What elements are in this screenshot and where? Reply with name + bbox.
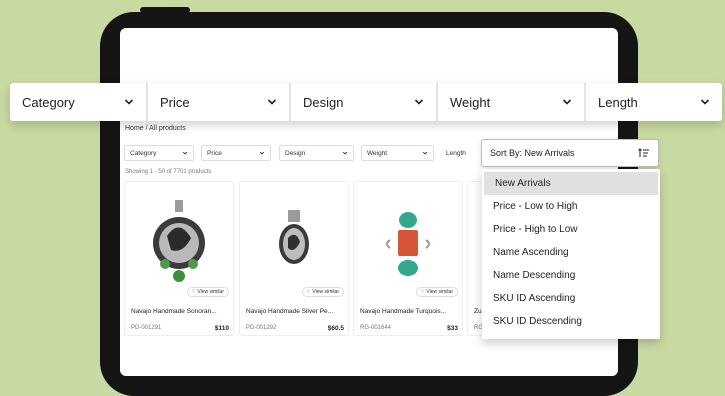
filter-design[interactable]: Design bbox=[290, 83, 437, 121]
product-image-ring bbox=[386, 212, 430, 276]
chevron-down-icon bbox=[414, 99, 424, 105]
sort-option-price-high-low[interactable]: Price - High to Low bbox=[482, 218, 660, 241]
product-price: $110 bbox=[214, 325, 229, 332]
filter-length[interactable]: Length bbox=[585, 83, 722, 121]
filter-label: Design bbox=[303, 94, 344, 110]
chevron-down-icon bbox=[124, 99, 134, 105]
chevron-down-icon bbox=[422, 151, 428, 155]
product-card[interactable]: ♡ View similar Navajo Handmade Silver Pe… bbox=[239, 181, 349, 336]
mini-filter-design[interactable]: Design bbox=[279, 145, 354, 161]
product-name[interactable]: Navajo Handmade Silver Pe... bbox=[246, 308, 333, 315]
sort-option-new-arrivals[interactable]: New Arrivals bbox=[484, 172, 658, 195]
view-similar-button[interactable]: ♡ View similar bbox=[301, 287, 344, 297]
view-similar-button[interactable]: ♡ View similar bbox=[415, 287, 458, 297]
sort-option-name-desc[interactable]: Name Descending bbox=[482, 264, 660, 287]
product-name[interactable]: Navajo Handmade Turquois... bbox=[360, 308, 446, 315]
sort-option-price-low-high[interactable]: Price - Low to High bbox=[482, 195, 660, 218]
filter-weight[interactable]: Weight bbox=[437, 83, 585, 121]
product-name[interactable]: Zu bbox=[474, 308, 482, 315]
product-card[interactable]: ♡ View similar Navajo Handmade Sonoran..… bbox=[124, 181, 234, 336]
product-sku: PD-001292 bbox=[246, 325, 277, 331]
product-image-pendant bbox=[279, 210, 309, 264]
chevron-down-icon bbox=[259, 151, 265, 155]
product-price: $33 bbox=[447, 325, 458, 332]
filter-label: Weight bbox=[450, 94, 491, 110]
chevron-down-icon bbox=[342, 151, 348, 155]
chevron-down-icon bbox=[562, 99, 572, 105]
product-name[interactable]: Navajo Handmade Sonoran... bbox=[131, 308, 217, 315]
sort-order-icon bbox=[638, 148, 649, 157]
sort-option-sku-desc[interactable]: SKU ID Descending bbox=[482, 310, 660, 333]
product-card[interactable]: ♡ View similar Navajo Handmade Turquois.… bbox=[353, 181, 463, 336]
filter-category[interactable]: Category bbox=[10, 83, 147, 121]
sort-dropdown[interactable]: Sort By: New Arrivals bbox=[481, 139, 659, 167]
chevron-down-icon bbox=[267, 99, 277, 105]
filter-label: Category bbox=[22, 94, 75, 110]
filter-bar: Category Price Design Weight Length bbox=[10, 83, 722, 121]
result-count: Showing 1 - 50 of 7701 products bbox=[125, 169, 212, 175]
chevron-down-icon bbox=[700, 99, 710, 105]
filter-label: Length bbox=[598, 94, 638, 110]
sort-label: Sort By: New Arrivals bbox=[490, 148, 575, 158]
sort-option-sku-asc[interactable]: SKU ID Ascending bbox=[482, 287, 660, 310]
filter-price[interactable]: Price bbox=[147, 83, 290, 121]
view-similar-button[interactable]: ♡ View similar bbox=[186, 287, 229, 297]
product-sku: PD-001291 bbox=[131, 325, 162, 331]
mini-filter-weight[interactable]: Weight bbox=[361, 145, 434, 161]
sort-options-menu: New Arrivals Price - Low to High Price -… bbox=[482, 169, 660, 339]
mini-filter-length[interactable]: Length bbox=[441, 145, 481, 161]
product-price: $60.5 bbox=[327, 325, 344, 332]
mini-filter-category[interactable]: Category bbox=[124, 145, 194, 161]
chevron-down-icon bbox=[182, 151, 188, 155]
tablet-button bbox=[140, 7, 190, 13]
product-image-pendant bbox=[153, 200, 205, 282]
mini-filter-price[interactable]: Price bbox=[201, 145, 271, 161]
product-sku: RG-001644 bbox=[360, 325, 392, 331]
breadcrumb[interactable]: Home / All products bbox=[125, 125, 186, 132]
sort-option-name-asc[interactable]: Name Ascending bbox=[482, 241, 660, 264]
filter-label: Price bbox=[160, 94, 190, 110]
